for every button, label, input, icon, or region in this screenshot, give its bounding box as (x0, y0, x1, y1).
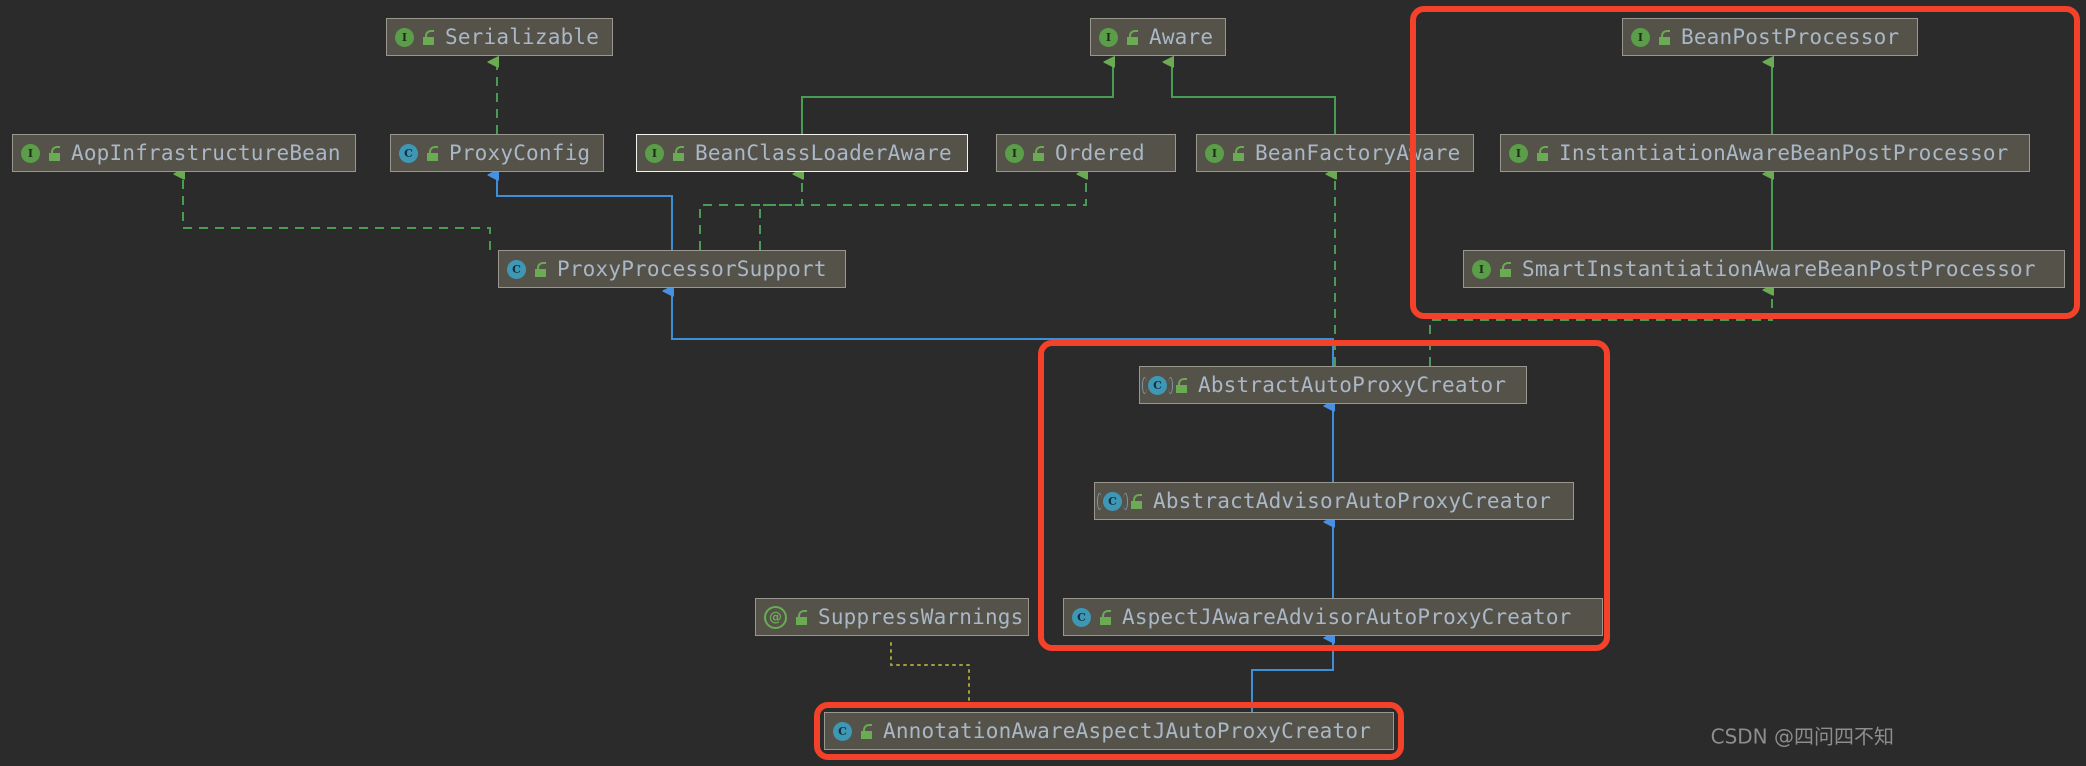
class-node-aopinfrastructurebean[interactable]: I AopInfrastructureBean (12, 134, 356, 172)
open-lock-icon (1231, 145, 1245, 161)
class-node-beanpostprocessor[interactable]: I BeanPostProcessor (1622, 18, 1918, 56)
class-node-suppresswarnings[interactable]: @ SuppressWarnings (755, 598, 1029, 636)
class-node-label: SuppressWarnings (818, 604, 1024, 629)
interface-badge-icon: I (1631, 27, 1650, 47)
class-node-aware[interactable]: I Aware (1090, 18, 1226, 56)
class-badge-icon: C (1072, 607, 1091, 627)
class-node-smartinstantiationawarebeanpostprocessor[interactable]: I SmartInstantiationAwareBeanPostProcesso… (1463, 250, 2065, 288)
node-glyphs: C (399, 143, 439, 163)
interface-badge-icon: I (395, 27, 414, 47)
abstract-class-badge-icon: C (1097, 491, 1128, 511)
class-node-label: SmartInstantiationAwareBeanPostProcessor (1522, 256, 2036, 281)
node-glyphs: I (1509, 143, 1549, 163)
class-node-beanclassloaderaware[interactable]: I BeanClassLoaderAware (636, 134, 968, 172)
node-glyphs: @ (764, 605, 808, 629)
node-glyphs: I (1472, 259, 1512, 279)
open-lock-icon (421, 29, 435, 45)
class-node-label: Aware (1149, 24, 1214, 49)
open-lock-icon (425, 145, 439, 161)
class-node-ordered[interactable]: I Ordered (996, 134, 1176, 172)
open-lock-icon (1125, 29, 1139, 45)
node-glyphs: I (1631, 27, 1671, 47)
class-node-instantiationawarebeanpostprocessor[interactable]: I InstantiationAwareBeanPostProcessor (1500, 134, 2030, 172)
class-node-label: AopInfrastructureBean (71, 140, 341, 165)
class-node-label: BeanPostProcessor (1681, 24, 1900, 49)
open-lock-icon (1129, 493, 1143, 509)
diagram-canvas: I Serializable I Aware I BeanPostProcessor I Ao… (0, 0, 2086, 766)
class-node-label: AspectJAwareAdvisorAutoProxyCreator (1122, 604, 1572, 629)
class-node-serializable[interactable]: I Serializable (386, 18, 613, 56)
class-node-label: AbstractAdvisorAutoProxyCreator (1153, 488, 1552, 513)
open-lock-icon (1535, 145, 1549, 161)
class-badge-icon: C (833, 721, 852, 741)
node-glyphs: I (395, 27, 435, 47)
node-glyphs: C (507, 259, 547, 279)
class-badge-icon: C (507, 259, 526, 279)
open-lock-icon (1657, 29, 1671, 45)
open-lock-icon (1031, 145, 1045, 161)
node-glyphs: I (1005, 143, 1045, 163)
class-node-proxyconfig[interactable]: C ProxyConfig (390, 134, 604, 172)
class-node-aspectjawareadvisorautoproxycreator[interactable]: C AspectJAwareAdvisorAutoProxyCreator (1063, 598, 1603, 636)
interface-badge-icon: I (1509, 143, 1528, 163)
node-glyphs: I (1205, 143, 1245, 163)
open-lock-icon (1098, 609, 1112, 625)
interface-badge-icon: I (1472, 259, 1491, 279)
class-node-label: ProxyConfig (449, 140, 591, 165)
class-node-annotationawareaspectjautoproxycreator[interactable]: C AnnotationAwareAspectJAutoProxyCreator (824, 712, 1394, 750)
node-glyphs: C (833, 721, 873, 741)
node-glyphs: C (1072, 607, 1112, 627)
class-node-label: InstantiationAwareBeanPostProcessor (1559, 140, 2009, 165)
class-node-label: ProxyProcessorSupport (557, 256, 827, 281)
class-node-label: AbstractAutoProxyCreator (1198, 372, 1507, 397)
class-node-label: BeanFactoryAware (1255, 140, 1461, 165)
annotation-badge-icon: @ (764, 605, 787, 629)
open-lock-icon (1174, 377, 1188, 393)
abstract-class-badge-icon: C (1142, 375, 1173, 395)
class-node-label: Ordered (1055, 140, 1145, 165)
interface-badge-icon: I (1099, 27, 1118, 47)
class-node-beanfactoryaware[interactable]: I BeanFactoryAware (1196, 134, 1474, 172)
class-badge-icon: C (399, 143, 418, 163)
node-glyphs: I (645, 143, 685, 163)
interface-badge-icon: I (645, 143, 664, 163)
class-node-label: BeanClassLoaderAware (695, 140, 952, 165)
class-node-proxyprocessorsupport[interactable]: C ProxyProcessorSupport (498, 250, 846, 288)
watermark: CSDN @四问四不知 (1710, 724, 1894, 749)
node-glyphs: C (1142, 375, 1188, 395)
open-lock-icon (47, 145, 61, 161)
class-node-abstractautoproxycreator[interactable]: C AbstractAutoProxyCreator (1139, 366, 1527, 404)
interface-badge-icon: I (1005, 143, 1024, 163)
open-lock-icon (671, 145, 685, 161)
open-lock-icon (859, 723, 873, 739)
node-glyphs: I (1099, 27, 1139, 47)
interface-badge-icon: I (21, 143, 40, 163)
class-node-label: AnnotationAwareAspectJAutoProxyCreator (883, 718, 1372, 743)
node-glyphs: I (21, 143, 61, 163)
node-glyphs: C (1097, 491, 1143, 511)
interface-badge-icon: I (1205, 143, 1224, 163)
node-layer: I Serializable I Aware I BeanPostProcessor I Ao… (0, 0, 2086, 766)
open-lock-icon (1498, 261, 1512, 277)
class-node-abstractadvisorautoproxycreator[interactable]: C AbstractAdvisorAutoProxyCreator (1094, 482, 1574, 520)
class-node-label: Serializable (445, 24, 600, 49)
open-lock-icon (794, 609, 808, 625)
open-lock-icon (533, 261, 547, 277)
